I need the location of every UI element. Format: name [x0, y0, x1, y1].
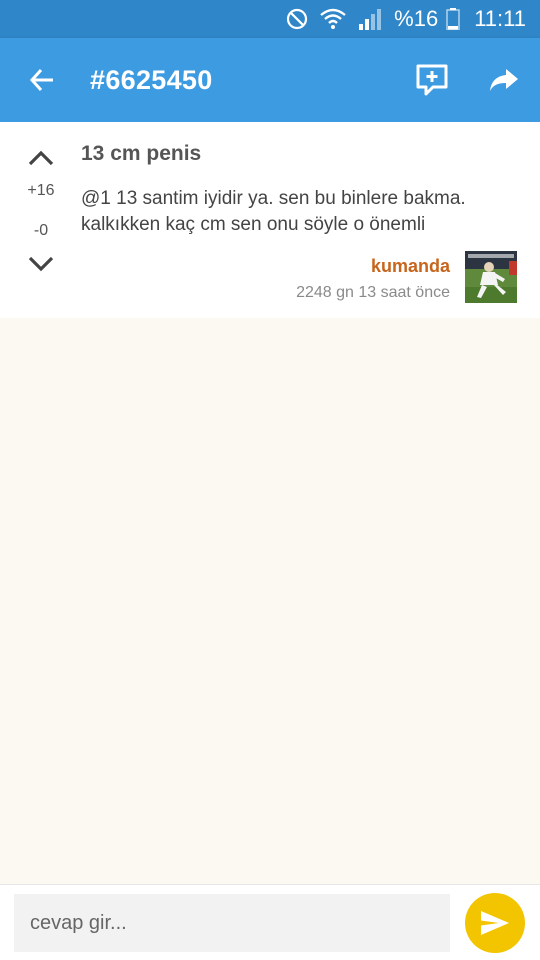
chevron-up-icon [28, 150, 54, 166]
arrow-left-icon [29, 68, 53, 92]
upvote-count: +16 [27, 182, 55, 199]
signal-icon [358, 8, 382, 30]
send-icon [481, 911, 509, 935]
add-comment-button[interactable] [408, 56, 456, 104]
upvote-button[interactable] [24, 146, 58, 170]
entry-card: +16 -0 13 cm penis @1 13 santim iyidir y… [0, 122, 540, 318]
user-avatar [465, 251, 517, 303]
entry-time: 2248 gn 13 saat önce [296, 284, 450, 301]
entry-body: @1 13 santim iyidir ya. sen bu binlere b… [81, 188, 466, 235]
app-bar: #6625450 [0, 38, 540, 122]
do-not-disturb-icon [286, 8, 308, 30]
share-icon [490, 69, 518, 91]
author-name[interactable]: kumanda [371, 256, 450, 277]
avatar[interactable] [465, 251, 517, 303]
status-bar: %16 11:11 [0, 0, 540, 38]
reply-input[interactable] [14, 894, 450, 952]
wifi-icon [320, 7, 346, 31]
battery-percent: %16 [394, 6, 439, 31]
clock: 11:11 [474, 6, 526, 31]
downvote-count: -0 [33, 222, 49, 239]
downvote-button[interactable] [24, 252, 58, 276]
comment-add-icon [416, 64, 448, 96]
back-button[interactable] [18, 56, 66, 104]
battery-icon [446, 8, 461, 30]
page-title: #6625450 [90, 65, 213, 95]
reply-bar [0, 884, 540, 960]
chevron-down-icon [28, 256, 54, 272]
share-button[interactable] [480, 56, 528, 104]
entry-title[interactable]: 13 cm penis [81, 142, 201, 166]
send-button[interactable] [465, 893, 525, 953]
